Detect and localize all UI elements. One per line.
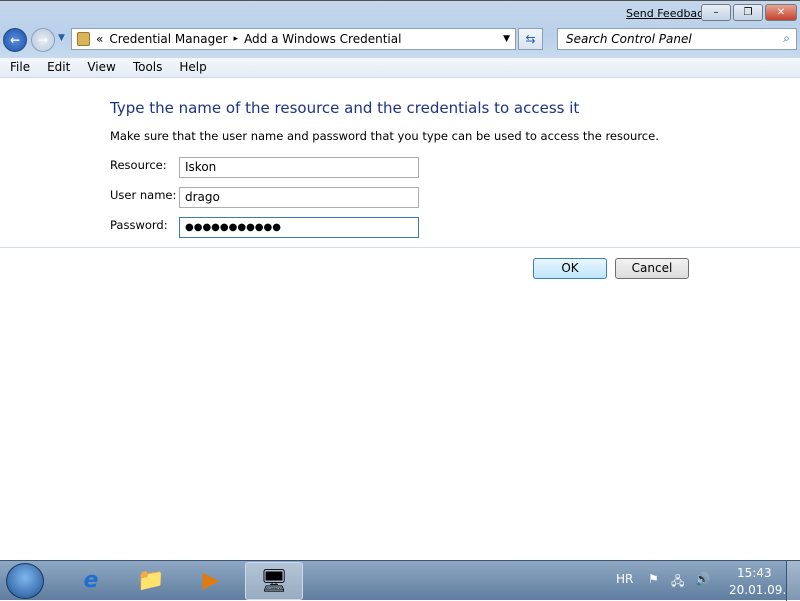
- address-bar[interactable]: « Credential Manager ▸ Add a Windows Cre…: [71, 28, 516, 50]
- menu-file[interactable]: File: [0, 58, 37, 77]
- description: Make sure that the user name and passwor…: [110, 129, 659, 143]
- media-player-taskbar-icon[interactable]: ▶: [182, 562, 240, 600]
- internet-explorer-taskbar-icon[interactable]: e: [62, 562, 120, 600]
- search-input[interactable]: Search Control Panel ⌕: [557, 28, 797, 50]
- page-title: Type the name of the resource and the cr…: [110, 99, 580, 117]
- ok-button[interactable]: OK: [533, 258, 607, 279]
- clock-time[interactable]: 15:43: [737, 566, 772, 580]
- recent-pages-dropdown[interactable]: ▼: [58, 33, 65, 43]
- send-feedback-link[interactable]: Send Feedback: [626, 7, 710, 20]
- username-label: User name:: [110, 188, 177, 202]
- refresh-button[interactable]: ⇆: [518, 28, 543, 50]
- breadcrumb-overflow[interactable]: «: [96, 32, 103, 46]
- close-button[interactable]: ✕: [765, 4, 797, 21]
- resource-label: Resource:: [110, 158, 167, 172]
- breadcrumb-separator-icon[interactable]: ▸: [234, 34, 239, 44]
- breadcrumb-add-credential[interactable]: Add a Windows Credential: [244, 32, 401, 46]
- volume-icon[interactable]: 🔊: [695, 572, 710, 586]
- address-dropdown-icon[interactable]: ▼: [503, 34, 510, 44]
- back-button[interactable]: ←: [3, 28, 27, 52]
- menu-tools[interactable]: Tools: [123, 58, 170, 77]
- action-center-icon[interactable]: ⚑: [648, 572, 659, 586]
- menu-help[interactable]: Help: [169, 58, 213, 77]
- menu-bar: File Edit View Tools Help: [0, 58, 800, 78]
- password-label: Password:: [110, 218, 168, 232]
- taskbar: e 📁 ▶ 🖥 HR ⚑ 🖧 🔊 15:43 20.01.09.: [0, 560, 800, 601]
- forward-button[interactable]: →: [31, 28, 55, 52]
- resource-field[interactable]: Iskon: [179, 157, 419, 178]
- divider: [0, 247, 800, 248]
- menu-edit[interactable]: Edit: [37, 58, 77, 77]
- content: Type the name of the resource and the cr…: [0, 79, 800, 560]
- search-icon[interactable]: ⌕: [783, 31, 790, 46]
- start-button[interactable]: [6, 563, 44, 599]
- show-desktop-button[interactable]: [786, 561, 800, 601]
- clock-date[interactable]: 20.01.09.: [729, 583, 786, 597]
- search-placeholder: Search Control Panel: [566, 32, 692, 46]
- explorer-taskbar-icon[interactable]: 📁: [122, 562, 180, 600]
- password-field[interactable]: ●●●●●●●●●●●: [179, 217, 419, 238]
- username-field[interactable]: drago: [179, 187, 419, 208]
- credential-manager-icon: [77, 32, 90, 46]
- cancel-button[interactable]: Cancel: [615, 258, 689, 279]
- breadcrumb-credential-manager[interactable]: Credential Manager: [109, 32, 227, 46]
- language-indicator[interactable]: HR: [616, 572, 633, 586]
- menu-view[interactable]: View: [77, 58, 122, 77]
- control-panel-taskbar-icon[interactable]: 🖥: [245, 562, 303, 600]
- minimize-button[interactable]: –: [701, 4, 731, 21]
- network-icon[interactable]: 🖧: [671, 572, 684, 593]
- restore-button[interactable]: ❐: [733, 4, 763, 21]
- title-bar: Send Feedback – ❐ ✕ ← → ▼ « Credential M…: [0, 0, 800, 58]
